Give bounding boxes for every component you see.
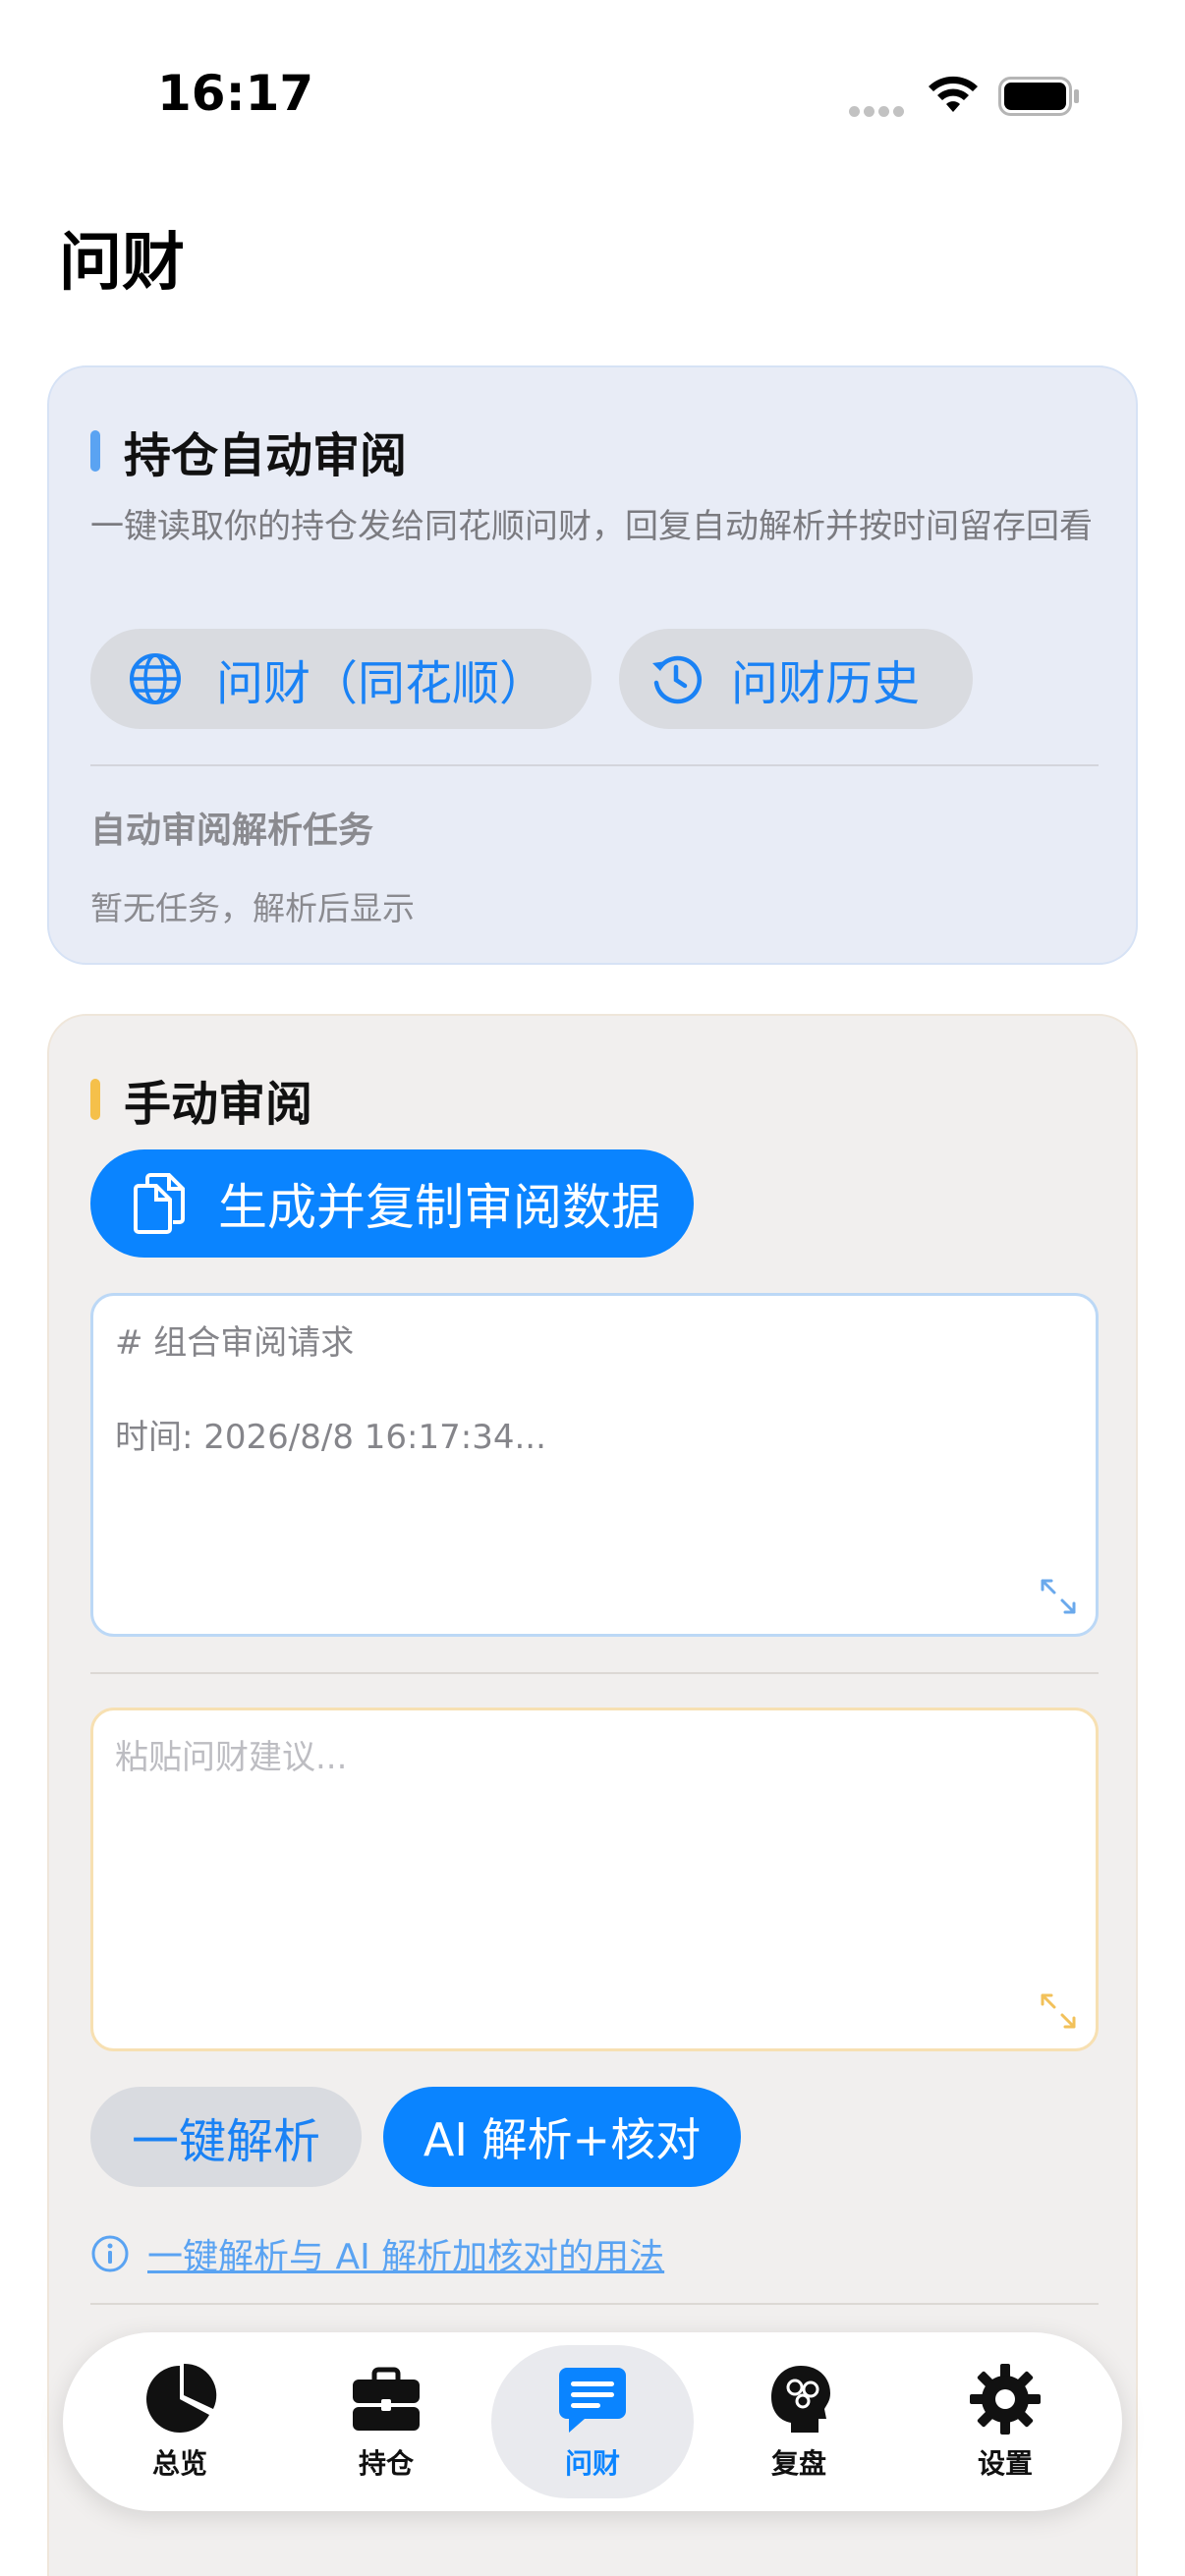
tab-label: 持仓 bbox=[358, 2447, 414, 2480]
divider bbox=[90, 2303, 1099, 2305]
auto-tasks-empty: 暂无任务，解析后显示 bbox=[90, 889, 415, 927]
auto-tasks-title: 自动审阅解析任务 bbox=[90, 811, 374, 851]
wifi-icon bbox=[929, 76, 978, 112]
tab-label: 问财 bbox=[564, 2447, 620, 2480]
tab-label: 设置 bbox=[977, 2447, 1033, 2480]
status-bar: 16:17 bbox=[0, 0, 1185, 187]
expand-icon[interactable] bbox=[1039, 1991, 1078, 2031]
history-button-label: 问财历史 bbox=[731, 656, 921, 711]
auto-review-header: 持仓自动审阅 bbox=[90, 417, 407, 485]
generate-copy-button[interactable]: 生成并复制审阅数据 bbox=[90, 1149, 694, 1258]
divider bbox=[90, 1672, 1099, 1674]
globe-icon bbox=[130, 653, 181, 704]
accent-bar bbox=[90, 430, 100, 472]
gear-icon bbox=[970, 2364, 1041, 2435]
one-click-parse-label: 一键解析 bbox=[131, 2114, 320, 2169]
battery-icon bbox=[998, 77, 1079, 116]
tab-review[interactable]: 复盘 bbox=[698, 2345, 900, 2498]
tab-holdings[interactable]: 持仓 bbox=[285, 2345, 487, 2498]
generate-copy-button-label: 生成并复制审阅数据 bbox=[218, 1179, 660, 1236]
divider bbox=[90, 764, 1099, 766]
one-click-parse-button[interactable]: 一键解析 bbox=[90, 2087, 362, 2187]
manual-review-title: 手动审阅 bbox=[124, 1077, 313, 1132]
request-line-title: # 组合审阅请求 bbox=[115, 1323, 355, 1363]
request-line-time: 时间: 2026/8/8 16:17:34... bbox=[115, 1418, 546, 1457]
copy-document-icon bbox=[134, 1173, 185, 1234]
paste-advice-placeholder: 粘贴问财建议... bbox=[115, 1738, 348, 1777]
tab-label: 复盘 bbox=[770, 2447, 826, 2480]
ai-parse-check-label: AI 解析+核对 bbox=[423, 2113, 702, 2166]
chat-icon bbox=[559, 2368, 626, 2433]
tab-bar: 总览 持仓 问财 复盘 设置 bbox=[63, 2332, 1122, 2511]
history-button[interactable]: 问财历史 bbox=[619, 629, 973, 729]
manual-review-header: 手动审阅 bbox=[90, 1065, 312, 1134]
history-clock-icon bbox=[652, 655, 702, 704]
cellular-signal-icon bbox=[849, 102, 908, 117]
info-circle-icon bbox=[91, 2235, 129, 2272]
wencai-button-label: 问财（同花顺） bbox=[216, 656, 547, 711]
ai-parse-check-button[interactable]: AI 解析+核对 bbox=[383, 2087, 741, 2187]
accent-bar bbox=[90, 1079, 100, 1120]
review-request-textarea[interactable]: # 组合审阅请求 时间: 2026/8/8 16:17:34... bbox=[90, 1293, 1099, 1637]
tab-overview[interactable]: 总览 bbox=[79, 2345, 281, 2498]
auto-review-card: 持仓自动审阅 一键读取你的持仓发给同花顺问财，回复自动解析并按时间留存回看 问财… bbox=[47, 365, 1138, 965]
page-title: 问财 bbox=[59, 227, 185, 300]
usage-link[interactable]: 一键解析与 AI 解析加核对的用法 bbox=[147, 2228, 664, 2279]
auto-review-title: 持仓自动审阅 bbox=[124, 428, 408, 483]
tab-settings[interactable]: 设置 bbox=[904, 2345, 1106, 2498]
briefcase-icon bbox=[353, 2367, 420, 2431]
auto-review-description: 一键读取你的持仓发给同花顺问财，回复自动解析并按时间留存回看 bbox=[90, 507, 1093, 546]
expand-icon[interactable] bbox=[1039, 1577, 1078, 1616]
pie-chart-icon bbox=[146, 2363, 217, 2433]
wencai-button[interactable]: 问财（同花顺） bbox=[90, 629, 592, 729]
brain-head-icon bbox=[771, 2366, 830, 2433]
paste-advice-textarea[interactable]: 粘贴问财建议... bbox=[90, 1708, 1099, 2051]
status-time: 16:17 bbox=[157, 65, 314, 122]
tab-label: 总览 bbox=[151, 2447, 207, 2480]
tab-wencai[interactable]: 问财 bbox=[491, 2345, 694, 2498]
usage-info-row[interactable]: 一键解析与 AI 解析加核对的用法 bbox=[90, 2228, 664, 2279]
